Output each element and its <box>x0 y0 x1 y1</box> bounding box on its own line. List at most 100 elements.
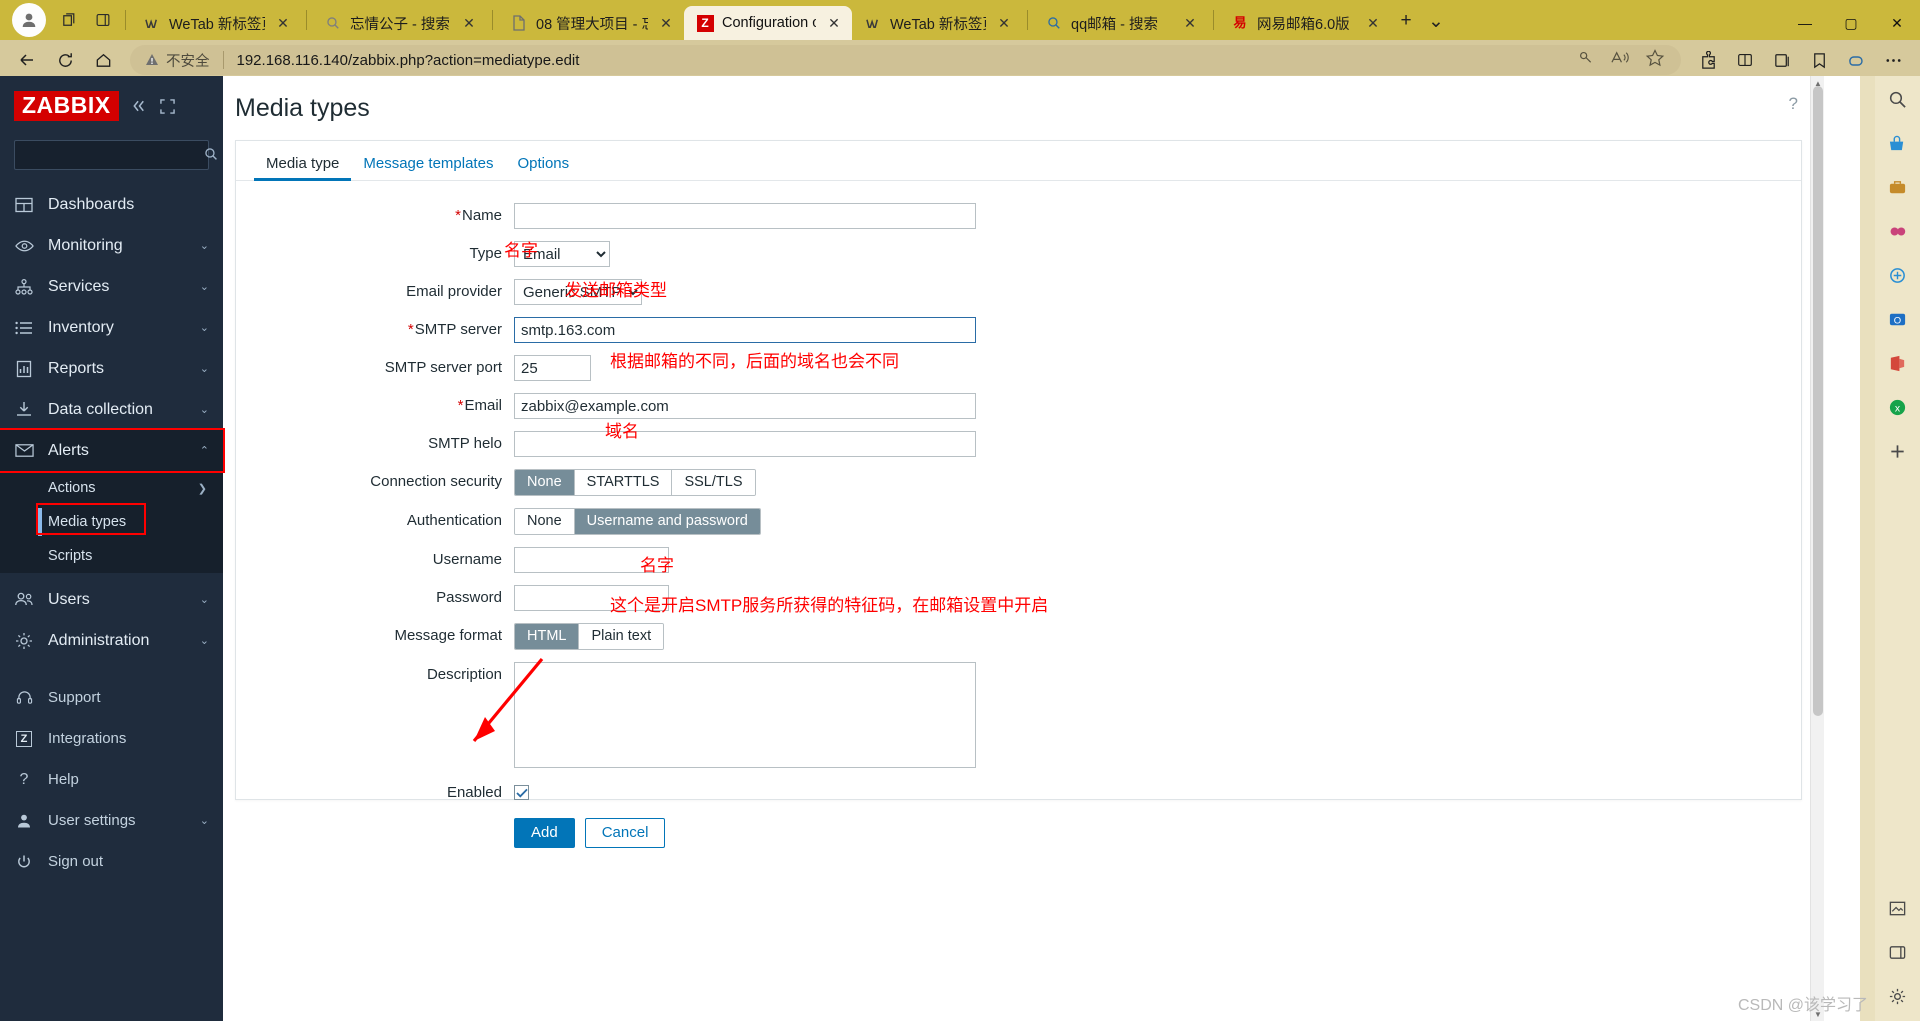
add-button[interactable]: Add <box>514 818 575 848</box>
favorite-star-icon[interactable] <box>1645 48 1665 73</box>
radio-starttls[interactable]: STARTTLS <box>574 470 673 495</box>
sidebar-item-user-settings[interactable]: User settings ⌄ <box>0 800 223 841</box>
sidebar-item-alerts[interactable]: Alerts ⌃ <box>0 428 225 473</box>
scrollbar-thumb[interactable] <box>1813 86 1823 716</box>
profile-avatar[interactable] <box>12 3 46 37</box>
enabled-checkbox[interactable] <box>514 785 529 800</box>
tab-collections-icon[interactable] <box>52 3 86 37</box>
sidebar-item-integrations[interactable]: Z Integrations <box>0 718 223 759</box>
help-question-icon[interactable]: ? <box>1789 94 1798 114</box>
radio-plain-text[interactable]: Plain text <box>579 624 664 649</box>
browser-tab[interactable]: WeTab 新标签页 ✕ <box>131 6 301 40</box>
close-icon[interactable]: ✕ <box>994 13 1014 33</box>
games-icon[interactable] <box>1883 216 1913 246</box>
sidebar-item-administration[interactable]: Administration ⌄ <box>0 620 223 661</box>
submenu-item-scripts[interactable]: Scripts <box>0 539 223 573</box>
annotation-email: 域名 <box>605 422 639 441</box>
shopping-icon[interactable] <box>1883 128 1913 158</box>
tab-message-templates[interactable]: Message templates <box>351 146 505 180</box>
sidebar-settings-icon[interactable] <box>1883 981 1913 1011</box>
browser-tab[interactable]: 易 网易邮箱6.0版 ✕ <box>1219 6 1391 40</box>
sidebar-item-services[interactable]: Services ⌄ <box>0 266 223 307</box>
reload-icon[interactable] <box>48 45 82 75</box>
kiosk-mode-icon[interactable] <box>159 98 175 114</box>
form-row-smtp-server: *SMTP server <box>236 317 1801 343</box>
favorites-icon[interactable] <box>1802 45 1836 75</box>
close-icon[interactable]: ✕ <box>656 13 676 33</box>
collapse-sidebar-icon[interactable] <box>131 99 148 113</box>
close-icon[interactable]: ✕ <box>824 13 844 33</box>
sidebar-search[interactable] <box>14 140 217 170</box>
browser-tab[interactable]: WeTab 新标签页 ✕ <box>852 6 1022 40</box>
submenu-item-media-types[interactable]: Media types <box>0 503 223 539</box>
sidebar-item-sign-out[interactable]: Sign out <box>0 841 223 882</box>
search-icon[interactable] <box>204 147 218 164</box>
browser-tab[interactable]: 忘情公子 - 搜索 ✕ <box>312 6 487 40</box>
sidebar-item-label: Help <box>48 771 79 788</box>
zabbix-logo[interactable]: ZABBIX <box>14 91 119 121</box>
home-icon[interactable] <box>86 45 120 75</box>
sidebar-item-data-collection[interactable]: Data collection ⌄ <box>0 389 223 430</box>
browser-tab-active[interactable]: Z Configuration of m ✕ <box>684 6 852 40</box>
sidebar-toggle-icon[interactable] <box>1883 937 1913 967</box>
add-icon[interactable] <box>1883 436 1913 466</box>
description-textarea[interactable] <box>514 662 976 768</box>
message-format-radioset[interactable]: HTML Plain text <box>514 623 665 650</box>
outlook-icon[interactable]: O <box>1883 304 1913 334</box>
radio-auth-username-password[interactable]: Username and password <box>574 509 760 534</box>
close-icon[interactable]: ✕ <box>459 13 479 33</box>
sidebar-item-monitoring[interactable]: Monitoring ⌄ <box>0 225 223 266</box>
tab-options[interactable]: Options <box>505 146 581 180</box>
sidebar-item-help[interactable]: ? Help <box>0 759 223 800</box>
sidebar-item-dashboards[interactable]: Dashboards <box>0 184 223 225</box>
search-icon[interactable] <box>1883 84 1913 114</box>
collections-icon[interactable] <box>1765 45 1799 75</box>
browser-essentials-icon[interactable] <box>1883 260 1913 290</box>
search-input[interactable] <box>23 147 204 163</box>
field-label-name: *Name <box>455 207 502 224</box>
close-icon[interactable]: ✕ <box>273 13 293 33</box>
cancel-button[interactable]: Cancel <box>584 818 666 848</box>
tab-actions-menu-icon[interactable]: ⌄ <box>1421 6 1451 36</box>
minimize-button[interactable]: — <box>1782 6 1828 40</box>
sidebar-item-inventory[interactable]: Inventory ⌄ <box>0 307 223 348</box>
split-screen-icon[interactable] <box>86 3 120 37</box>
read-aloud-icon[interactable] <box>1610 48 1631 72</box>
sidebar-item-reports[interactable]: Reports ⌄ <box>0 348 223 389</box>
tools-icon[interactable] <box>1883 172 1913 202</box>
address-bar[interactable]: 不安全 192.168.116.140/zabbix.php?action=me… <box>130 45 1681 75</box>
sidebar-item-support[interactable]: Support <box>0 677 223 718</box>
email-input[interactable] <box>514 393 976 419</box>
browser-tab[interactable]: 08 管理大项目 - 忘 ✕ <box>498 6 684 40</box>
copilot-icon[interactable] <box>1839 45 1873 75</box>
connection-security-radioset[interactable]: None STARTTLS SSL/TLS <box>514 469 756 496</box>
browser-tab[interactable]: qq邮箱 - 搜索 ✕ <box>1033 6 1208 40</box>
tab-media-type[interactable]: Media type <box>254 146 352 181</box>
page-scrollbar[interactable]: ▲ ▼ <box>1810 76 1824 1021</box>
authentication-radioset[interactable]: None Username and password <box>514 508 761 535</box>
name-input[interactable] <box>514 203 976 229</box>
split-screen-icon[interactable] <box>1728 45 1762 75</box>
office-icon[interactable] <box>1883 348 1913 378</box>
image-creator-icon[interactable] <box>1883 893 1913 923</box>
key-icon[interactable] <box>1577 48 1596 72</box>
radio-ssl-tls[interactable]: SSL/TLS <box>672 470 755 495</box>
smtp-port-input[interactable] <box>514 355 591 381</box>
submenu-item-actions[interactable]: Actions ❯ <box>0 471 223 505</box>
maximize-button[interactable]: ▢ <box>1828 6 1874 40</box>
close-icon[interactable]: ✕ <box>1180 13 1200 33</box>
back-arrow-icon[interactable] <box>10 45 44 75</box>
radio-none[interactable]: None <box>515 470 575 495</box>
xbox-icon[interactable]: x <box>1883 392 1913 422</box>
close-icon[interactable]: ✕ <box>1363 13 1383 33</box>
sidebar-item-users[interactable]: Users ⌄ <box>0 579 223 620</box>
settings-more-icon[interactable] <box>1876 45 1910 75</box>
extensions-icon[interactable] <box>1691 45 1725 75</box>
tab-title: WeTab 新标签页 <box>890 16 986 33</box>
radio-auth-none[interactable]: None <box>515 509 575 534</box>
smtp-helo-input[interactable] <box>514 431 976 457</box>
radio-html[interactable]: HTML <box>515 624 580 649</box>
smtp-server-input[interactable] <box>514 317 976 343</box>
new-tab-button[interactable]: + <box>1391 6 1421 36</box>
close-window-button[interactable]: ✕ <box>1874 6 1920 40</box>
